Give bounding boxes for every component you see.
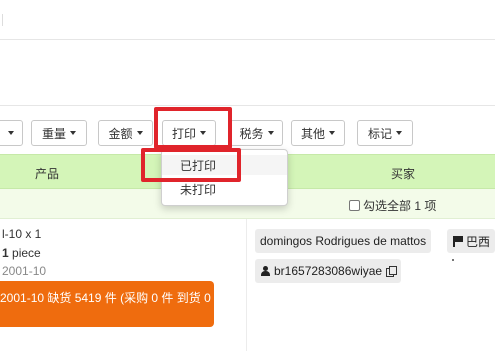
quantity-unit: piece xyxy=(12,246,41,260)
select-all-checkbox[interactable]: 勾选全部 1 项 xyxy=(349,197,436,214)
chevron-down-icon xyxy=(70,131,76,135)
menu-item-not-printed[interactable]: 未打印 xyxy=(162,179,287,199)
product-date: 2001-10 xyxy=(2,264,47,278)
top-filter-bar xyxy=(0,0,495,40)
checkbox-icon[interactable] xyxy=(349,200,360,211)
product-quantity: 1 piece xyxy=(2,246,41,260)
column-header-buyer: 买家 xyxy=(391,167,416,181)
amount-button[interactable]: 金额 xyxy=(98,120,153,146)
button-label: 打印 xyxy=(171,126,196,141)
product-spec: l-10 x 1 xyxy=(2,227,42,241)
product-cell: l-10 x 1 1 piece 2001-10 2001-10 缺货 5419… xyxy=(0,219,245,351)
mark-button[interactable]: 标记 xyxy=(357,120,413,146)
user-icon xyxy=(260,266,270,276)
divider xyxy=(2,14,3,26)
filter-panel xyxy=(0,40,495,106)
separator-dot xyxy=(452,259,454,261)
button-label: 标记 xyxy=(367,126,392,141)
print-button[interactable]: 打印 xyxy=(162,120,216,146)
filter-toolbar: 重量 金额 打印 税务 其他 标记 xyxy=(0,106,495,154)
menu-item-printed[interactable]: 已打印 xyxy=(162,155,287,175)
weight-button[interactable]: 重量 xyxy=(31,120,87,146)
chevron-down-icon xyxy=(329,131,335,135)
buyer-cell: domingos Rodrigues de mattos 巴西 br165728… xyxy=(246,219,495,351)
flag-icon xyxy=(452,236,463,247)
country-label: 巴西 xyxy=(466,234,491,249)
button-label: 其他 xyxy=(300,126,325,141)
buyer-id-tag: br1657283086wiyae xyxy=(255,259,402,283)
tax-button[interactable]: 税务 xyxy=(230,120,283,146)
print-status-dropdown: 已打印 未打印 xyxy=(161,149,288,206)
chevron-down-icon xyxy=(267,131,274,135)
other-button[interactable]: 其他 xyxy=(291,120,345,146)
column-header-product: 产品 xyxy=(35,167,60,181)
chevron-down-icon xyxy=(396,131,402,135)
button-label: 税务 xyxy=(239,126,264,141)
copy-icon[interactable] xyxy=(386,266,398,277)
button-label: 金额 xyxy=(108,126,133,141)
buyer-country-tag: 巴西 xyxy=(447,229,495,253)
quantity-value: 1 xyxy=(2,246,9,260)
chevron-down-icon xyxy=(136,131,143,135)
chevron-down-icon xyxy=(200,131,206,135)
button-label: 重量 xyxy=(41,126,66,141)
chevron-down-icon xyxy=(7,131,14,135)
stock-alert-badge: 2001-10 缺货 5419 件 (采购 0 件 到货 0 xyxy=(0,281,214,327)
select-all-label: 勾选全部 1 项 xyxy=(363,199,437,213)
toolbar-button-truncated[interactable] xyxy=(0,120,23,146)
buyer-name-tag: domingos Rodrigues de mattos xyxy=(255,229,432,253)
buyer-id-label: br1657283086wiyae xyxy=(274,264,383,278)
